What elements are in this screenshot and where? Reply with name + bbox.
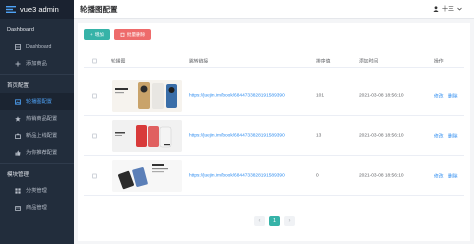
phone-banner-image: [112, 160, 182, 192]
column-header-link: 跳转链接: [189, 59, 209, 65]
edit-link[interactable]: 修改: [434, 173, 444, 180]
delete-link[interactable]: 删除: [448, 133, 458, 140]
sidebar-item-category[interactable]: 分类管理: [0, 182, 74, 199]
prev-page-button[interactable]: ‹: [254, 216, 265, 226]
sidebar-item-label: 分类管理: [26, 188, 47, 194]
logo-icon: [6, 6, 16, 13]
column-header-order: 排序值: [316, 59, 331, 65]
order-value: 0: [316, 173, 319, 179]
sidebar-item-label: Dashboard: [26, 43, 52, 50]
sidebar-item-label: 为你推荐配置: [26, 150, 58, 156]
sidebar-item-dashboard[interactable]: Dashboard: [0, 38, 74, 55]
sidebar-item-new-goods[interactable]: 新品上线配置: [0, 127, 74, 144]
toolbar: + 增加 批量删除: [84, 29, 152, 40]
edit-link[interactable]: 修改: [434, 93, 444, 100]
sidebar-item-recommend[interactable]: 为你推荐配置: [0, 144, 74, 161]
carousel-image: [112, 120, 182, 152]
nav-group-module[interactable]: 模块管理: [0, 166, 74, 182]
goods-icon: [15, 205, 21, 211]
table-row: https://juejin.im/book/68447338281915893…: [84, 117, 464, 156]
sidebar-item-label: 商品管理: [26, 205, 47, 211]
sidebar-item-add-goods[interactable]: 添加商品: [0, 55, 74, 72]
header: 轮播图配置 十三: [74, 0, 474, 19]
row-checkbox[interactable]: [92, 133, 97, 139]
phone-banner-image: [112, 120, 182, 152]
plus-icon: +: [90, 32, 93, 37]
sidebar-item-label: 轮播图配置: [26, 99, 52, 105]
add-button[interactable]: + 增加: [84, 29, 110, 40]
delete-link[interactable]: 删除: [448, 93, 458, 100]
pagination: ‹ 1 ›: [254, 216, 295, 226]
sidebar-item-label: 新品上线配置: [26, 133, 58, 139]
column-header-image: 轮播图: [111, 59, 126, 65]
delete-icon: [120, 32, 125, 37]
star-icon: [15, 115, 21, 122]
carousel-image: [112, 160, 182, 192]
table-row: https://juejin.im/book/68447338281915893…: [84, 77, 464, 116]
delete-link[interactable]: 删除: [448, 173, 458, 180]
nav-group-home-config[interactable]: 首页配置: [0, 77, 74, 93]
picture-icon: [15, 98, 21, 105]
user-name: 十三: [441, 7, 454, 13]
column-header-actions: 操作: [434, 59, 444, 65]
row-checkbox[interactable]: [92, 93, 97, 99]
sidebar-item-goods[interactable]: 商品管理: [0, 199, 74, 216]
jump-link[interactable]: https://juejin.im/book/68447338281915893…: [189, 134, 285, 139]
next-page-button[interactable]: ›: [284, 216, 295, 226]
carousel-image: [112, 80, 182, 112]
content-card: + 增加 批量删除 轮播图 跳转链接 排序值 添加时间 操作 https://j…: [78, 23, 470, 241]
order-value: 13: [316, 133, 322, 139]
sidebar-item-label: 添加商品: [26, 61, 47, 67]
dashboard-icon: [15, 43, 21, 50]
table-header: 轮播图 跳转链接 排序值 添加时间 操作: [84, 55, 464, 68]
jump-link[interactable]: https://juejin.im/book/68447338281915893…: [189, 174, 285, 179]
add-button-label: 增加: [94, 31, 104, 37]
jump-link[interactable]: https://juejin.im/book/68447338281915893…: [189, 94, 285, 99]
batch-delete-label: 批量删除: [126, 31, 146, 37]
order-value: 101: [316, 93, 325, 99]
page-title: 轮播图配置: [80, 4, 118, 14]
chevron-down-icon: [457, 7, 462, 10]
add-time: 2021-03-08 18:56:10: [359, 93, 404, 99]
brand[interactable]: vue3 admin: [0, 0, 74, 19]
sidebar-item-label: 热销商品配置: [26, 116, 58, 122]
brand-title: vue3 admin: [20, 5, 59, 14]
row-checkbox[interactable]: [92, 173, 97, 179]
add-time: 2021-03-08 18:56:10: [359, 133, 404, 139]
thumb-icon: [15, 150, 21, 156]
sidebar-divider: [0, 74, 74, 75]
page-1-button[interactable]: 1: [269, 216, 280, 226]
user-icon: [433, 5, 439, 12]
add-icon: [15, 61, 21, 66]
sidebar-item-carousel[interactable]: 轮播图配置: [0, 93, 74, 110]
nav-group-dashboard[interactable]: Dashboard: [0, 22, 74, 38]
edit-link[interactable]: 修改: [434, 133, 444, 140]
add-time: 2021-03-08 18:56:10: [359, 173, 404, 179]
sidebar-item-hot-goods[interactable]: 热销商品配置: [0, 110, 74, 127]
select-all-checkbox[interactable]: [92, 58, 97, 64]
sell-icon: [15, 133, 21, 139]
sidebar-divider: [0, 163, 74, 164]
batch-delete-button[interactable]: 批量删除: [113, 29, 152, 40]
user-menu[interactable]: 十三: [433, 4, 462, 13]
phone-banner-image: [112, 80, 182, 112]
menu-icon: [15, 187, 21, 194]
sidebar: vue3 admin Dashboard Dashboard 添加商品 首页配置…: [0, 0, 74, 244]
table-row: https://juejin.im/book/68447338281915893…: [84, 157, 464, 196]
column-header-time: 添加时间: [359, 59, 379, 65]
